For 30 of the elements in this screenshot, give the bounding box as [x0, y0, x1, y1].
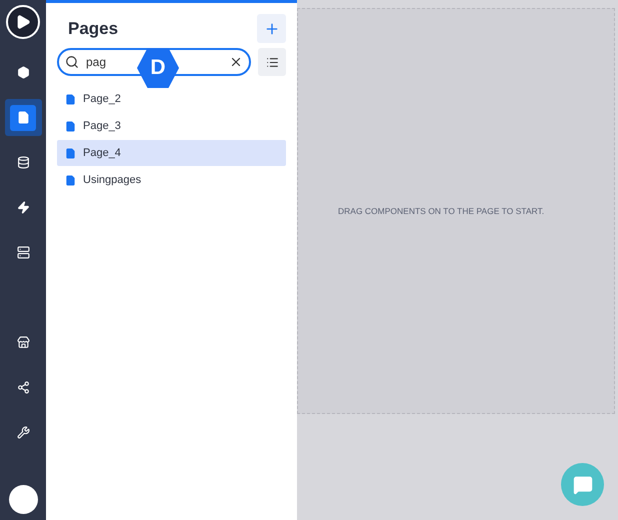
page-item[interactable]: Page_2 — [57, 86, 286, 112]
page-icon — [65, 94, 76, 104]
page-item[interactable]: Page_3 — [57, 113, 286, 139]
chat-icon — [572, 474, 592, 494]
bolt-icon — [16, 201, 30, 214]
store-icon — [16, 336, 30, 349]
share-icon — [16, 381, 30, 394]
page-icon — [65, 120, 76, 132]
canvas-hint: DRAG COMPONENTS ON TO THE PAGE TO START. — [338, 204, 544, 218]
list-view-button[interactable] — [258, 48, 286, 76]
page-icon — [65, 174, 76, 186]
database-icon — [16, 156, 30, 169]
plus-icon — [264, 20, 280, 36]
hexagon-icon — [16, 66, 30, 79]
list-icon — [266, 56, 278, 68]
key-badge: D — [137, 48, 179, 88]
panel-title: Pages — [68, 18, 118, 40]
clear-icon[interactable] — [229, 55, 243, 69]
page-icon — [65, 148, 76, 158]
page-item[interactable]: Page_4 — [57, 140, 286, 166]
avatar[interactable] — [8, 485, 38, 514]
search-icon — [65, 55, 79, 69]
sidebar-item[interactable] — [4, 99, 42, 136]
wrench-icon — [16, 426, 30, 439]
server-icon — [16, 246, 30, 259]
page-icon — [16, 111, 30, 124]
play-icon — [15, 14, 31, 30]
play-button[interactable] — [6, 5, 40, 39]
add-page-button[interactable] — [257, 14, 286, 43]
page-item[interactable]: Usingpages — [57, 167, 286, 193]
